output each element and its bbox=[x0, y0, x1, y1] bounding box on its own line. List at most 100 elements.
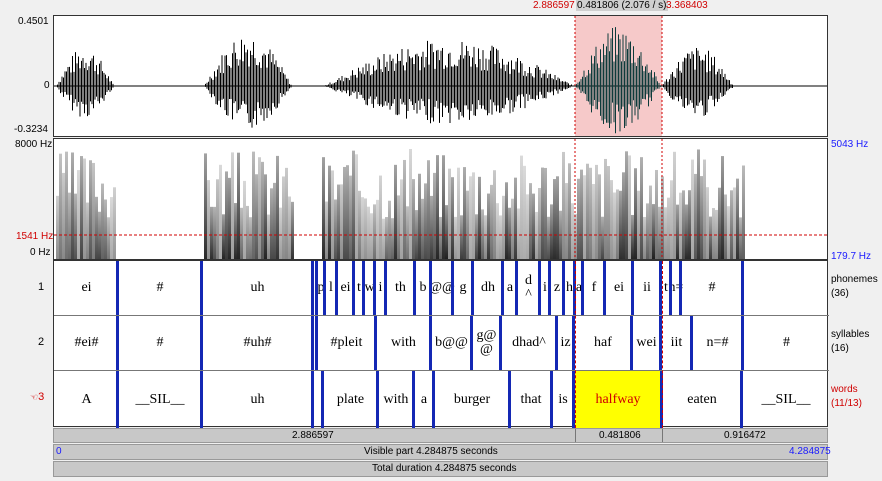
interval-phonemes[interactable]: @@ bbox=[429, 261, 455, 315]
interval-syllables[interactable]: #ei# bbox=[56, 316, 117, 370]
interval-boundary[interactable] bbox=[373, 261, 376, 315]
interval-words[interactable]: __SIL__ bbox=[119, 371, 201, 428]
interval-syllables[interactable]: #uh# bbox=[203, 316, 312, 370]
interval-syllables[interactable]: # bbox=[119, 316, 201, 370]
interval-boundary[interactable] bbox=[311, 316, 314, 370]
waveform-panel[interactable] bbox=[53, 15, 828, 137]
visible-part-bar[interactable]: 0 Visible part 4.284875 seconds 4.284875 bbox=[53, 444, 831, 460]
interval-boundary[interactable] bbox=[501, 261, 504, 315]
interval-boundary[interactable] bbox=[429, 316, 432, 370]
textgrid-tiers[interactable]: ei # uh p l ei t w i th b @@ g dh a d ^ i z h a f ei ii t n= # #ei… bbox=[53, 260, 829, 428]
interval-boundary[interactable] bbox=[740, 371, 743, 428]
total-duration-bar[interactable]: Total duration 4.284875 seconds bbox=[53, 461, 828, 477]
interval-boundary[interactable] bbox=[679, 261, 682, 315]
interval-boundary[interactable] bbox=[515, 261, 518, 315]
interval-boundary[interactable] bbox=[550, 371, 553, 428]
interval-words-selected[interactable]: halfway bbox=[575, 371, 661, 428]
interval-syllables[interactable]: #pleit bbox=[318, 316, 375, 370]
interval-boundary[interactable] bbox=[741, 316, 744, 370]
interval-boundary[interactable] bbox=[321, 371, 324, 428]
interval-syllables[interactable]: haf bbox=[575, 316, 631, 370]
interval-boundary[interactable] bbox=[669, 261, 672, 315]
visible-part-label[interactable]: Visible part 4.284875 seconds bbox=[364, 446, 498, 457]
duration-before[interactable]: 2.886597 bbox=[292, 430, 334, 441]
interval-boundary[interactable] bbox=[412, 371, 415, 428]
interval-boundary[interactable] bbox=[603, 261, 606, 315]
interval-syllables[interactable]: iit bbox=[662, 316, 691, 370]
interval-words[interactable]: is bbox=[553, 371, 573, 428]
interval-boundary[interactable] bbox=[508, 371, 511, 428]
interval-words[interactable]: A bbox=[56, 371, 117, 428]
interval-boundary[interactable] bbox=[384, 261, 387, 315]
interval-boundary[interactable] bbox=[581, 261, 584, 315]
interval-boundary[interactable] bbox=[499, 316, 502, 370]
interval-boundary[interactable] bbox=[741, 261, 744, 315]
interval-syllables[interactable]: wei bbox=[633, 316, 660, 370]
interval-syllables[interactable]: dhad^ bbox=[502, 316, 556, 370]
interval-boundary[interactable] bbox=[116, 316, 119, 370]
interval-boundary[interactable] bbox=[311, 261, 314, 315]
interval-phonemes[interactable]: # bbox=[119, 261, 201, 315]
interval-boundary[interactable] bbox=[376, 371, 379, 428]
interval-boundary[interactable] bbox=[555, 316, 558, 370]
duration-selected[interactable]: 0.481806 bbox=[599, 430, 641, 441]
interval-boundary[interactable] bbox=[335, 261, 338, 315]
interval-phonemes[interactable]: f bbox=[584, 261, 604, 315]
interval-boundary[interactable] bbox=[630, 316, 633, 370]
interval-boundary[interactable] bbox=[352, 261, 355, 315]
interval-words[interactable]: burger bbox=[435, 371, 509, 428]
interval-boundary[interactable] bbox=[690, 316, 693, 370]
interval-words[interactable]: with bbox=[379, 371, 413, 428]
interval-syllables[interactable]: n=# bbox=[693, 316, 742, 370]
interval-syllables[interactable]: g@ @ bbox=[473, 316, 500, 370]
interval-phonemes[interactable]: ii bbox=[634, 261, 660, 315]
interval-boundary[interactable] bbox=[538, 261, 541, 315]
interval-boundary[interactable] bbox=[471, 261, 474, 315]
interval-boundary[interactable] bbox=[323, 261, 326, 315]
interval-phonemes[interactable]: d ^ bbox=[518, 261, 539, 315]
interval-syllables[interactable]: # bbox=[744, 316, 829, 370]
interval-phonemes[interactable]: uh bbox=[203, 261, 312, 315]
interval-boundary[interactable] bbox=[116, 261, 119, 315]
interval-boundary[interactable] bbox=[470, 316, 473, 370]
interval-phonemes[interactable]: ei bbox=[56, 261, 117, 315]
interval-boundary[interactable] bbox=[432, 371, 435, 428]
tier-syllables[interactable]: #ei# # #uh# #pleit with b@@ g@ @ dhad^ iz haf wei ii… bbox=[54, 316, 829, 371]
interval-boundary[interactable] bbox=[413, 261, 416, 315]
interval-words[interactable]: that bbox=[511, 371, 551, 428]
interval-phonemes[interactable]: dh bbox=[474, 261, 502, 315]
interval-words[interactable]: __SIL__ bbox=[743, 371, 829, 428]
interval-boundary[interactable] bbox=[116, 371, 119, 428]
interval-boundary[interactable] bbox=[429, 261, 432, 315]
interval-boundary[interactable] bbox=[548, 261, 551, 315]
interval-words[interactable]: uh bbox=[203, 371, 312, 428]
interval-phonemes[interactable]: g bbox=[454, 261, 472, 315]
interval-boundary[interactable] bbox=[451, 261, 454, 315]
interval-phonemes[interactable]: ei bbox=[606, 261, 632, 315]
interval-phonemes[interactable]: th bbox=[387, 261, 414, 315]
interval-boundary[interactable] bbox=[631, 261, 634, 315]
interval-boundary[interactable] bbox=[200, 371, 203, 428]
tier-words[interactable]: A __SIL__ uh plate with a burger that is halfway e… bbox=[54, 371, 829, 428]
interval-boundary[interactable] bbox=[200, 261, 203, 315]
spectrogram-panel[interactable] bbox=[53, 138, 828, 260]
interval-words[interactable]: plate bbox=[324, 371, 377, 428]
interval-boundary[interactable] bbox=[200, 316, 203, 370]
tier-3-number[interactable]: ☜3 bbox=[30, 391, 44, 403]
interval-syllables[interactable]: b@@ bbox=[432, 316, 471, 370]
interval-phonemes[interactable]: ei bbox=[338, 261, 353, 315]
interval-boundary[interactable] bbox=[311, 371, 314, 428]
duration-bar[interactable]: 2.886597 0.481806 0.916472 bbox=[53, 428, 828, 443]
interval-boundary[interactable] bbox=[374, 316, 377, 370]
interval-phonemes[interactable]: b bbox=[416, 261, 430, 315]
interval-boundary[interactable] bbox=[315, 316, 318, 370]
interval-boundary[interactable] bbox=[562, 261, 565, 315]
interval-words[interactable]: eaten bbox=[663, 371, 741, 428]
interval-syllables[interactable]: iz bbox=[558, 316, 573, 370]
interval-words[interactable]: a bbox=[415, 371, 433, 428]
total-duration-label[interactable]: Total duration 4.284875 seconds bbox=[372, 463, 517, 474]
interval-boundary[interactable] bbox=[362, 261, 365, 315]
interval-syllables[interactable]: with bbox=[377, 316, 430, 370]
interval-boundary[interactable] bbox=[315, 261, 318, 315]
interval-phonemes[interactable]: # bbox=[682, 261, 742, 315]
